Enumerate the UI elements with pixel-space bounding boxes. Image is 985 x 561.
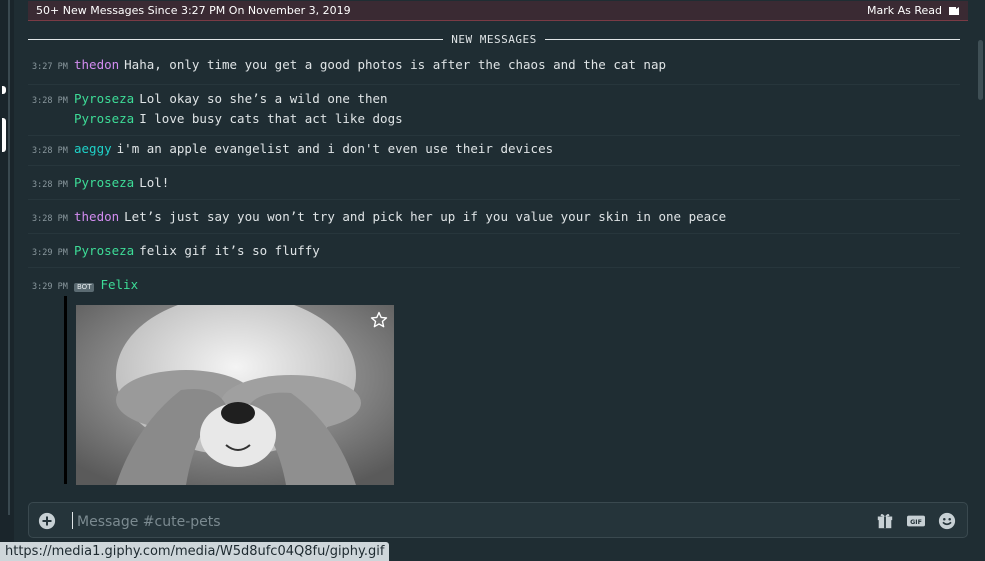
message-item[interactable]: 3:29 PM BOT Felix [28,276,960,296]
bot-tag: BOT [74,283,95,292]
message-separator [28,84,960,85]
puppy-gif-image[interactable] [76,305,394,485]
timestamp-ampm: PM [57,282,68,292]
timestamp-time: 3:28 [32,214,53,224]
gif-embed[interactable] [64,296,398,485]
message-text: Lol okay so she’s a wild one then [139,91,388,106]
message-separator [28,267,960,268]
plus-icon[interactable] [38,512,56,530]
message-text: i'm an apple evangelist and i don't even… [116,141,554,156]
timestamp-ampm: PM [57,96,68,106]
message-author[interactable]: thedon [74,56,119,73]
message-composer[interactable]: GIF [28,502,968,538]
message-text: felix gif it’s so fluffy [139,243,320,258]
message-text: Let’s just say you won’t try and pick he… [124,209,727,224]
message-timestamp: 3:28 PM [28,93,74,110]
message-author[interactable]: Pyroseza [74,242,134,259]
chat-window: 50+ New Messages Since 3:27 PM On Novemb… [0,0,985,561]
gif-icon[interactable]: GIF [907,512,925,530]
timestamp-time: 3:28 [32,180,53,190]
message-separator [28,233,960,234]
timestamp-ampm: PM [57,62,68,72]
embed-accent-bar [64,296,67,484]
message-author[interactable]: Pyroseza [74,174,134,191]
mark-read-icon [949,6,959,15]
message-item[interactable]: 3:29 PM Pyroseza felix gif it’s so fluff… [28,242,960,262]
gif-icon-label: GIF [910,519,922,526]
timestamp-time: 3:28 [32,96,53,106]
new-messages-divider: NEW MESSAGES [28,32,961,46]
server-indicator-pill [2,86,6,94]
text-caret [72,512,73,529]
star-icon[interactable] [370,311,388,329]
timestamp-ampm: PM [57,248,68,258]
new-messages-divider-label: NEW MESSAGES [451,32,537,46]
message-timestamp: 3:28 PM [28,211,74,228]
message-separator [28,135,960,136]
message-item[interactable]: 3:28 PM aeggy i'm an apple evangelist an… [28,140,960,160]
message-separator [28,199,960,200]
new-messages-banner-text: 50+ New Messages Since 3:27 PM On Novemb… [36,4,351,17]
divider-line-left [28,38,444,40]
message-input[interactable] [75,511,839,533]
timestamp-time: 3:27 [32,62,53,72]
timestamp-time: 3:29 [32,248,53,258]
message-item[interactable]: 3:27 PM thedon Haha, only time you get a… [28,56,960,76]
message-timestamp: 3:29 PM [28,279,74,296]
message-item[interactable]: 3:28 PM thedon Let’s just say you won’t … [28,208,960,228]
timestamp-ampm: PM [57,146,68,156]
message-text: Lol! [139,175,170,190]
message-timestamp: 3:29 PM [28,245,74,262]
message-timestamp: 3:28 PM [28,143,74,160]
message-separator [28,165,960,166]
timestamp-ampm: PM [57,180,68,190]
message-timestamp: 3:28 PM [28,177,74,194]
timestamp-ampm: PM [57,214,68,224]
mark-as-read-button[interactable]: Mark As Read [867,4,960,17]
new-messages-banner[interactable]: 50+ New Messages Since 3:27 PM On Novemb… [28,1,968,21]
emoji-icon[interactable] [938,512,956,530]
divider-line-right [544,38,961,40]
scrollbar-thumb[interactable] [978,40,983,100]
message-item[interactable]: 3:28 PM Pyroseza Lol! [28,174,960,194]
gift-icon[interactable] [876,512,894,530]
mark-as-read-label: Mark As Read [866,4,942,17]
message-author[interactable]: Pyroseza [74,90,134,107]
messages-list[interactable]: NEW MESSAGES 3:27 PM thedon Haha, only t… [28,30,968,485]
channel-strip [0,0,14,561]
message-author[interactable]: thedon [74,208,119,225]
message-author[interactable]: aeggy [74,140,112,157]
strip-separator [8,0,10,515]
timestamp-time: 3:29 [32,282,53,292]
message-author[interactable]: Felix [100,276,138,293]
messages-scrollbar[interactable] [978,40,983,480]
timestamp-time: 3:28 [32,146,53,156]
link-status-bar: https://media1.giphy.com/media/W5d8ufc04… [0,542,390,561]
message-text: I love busy cats that act like dogs [139,111,403,126]
message-timestamp: 3:27 PM [28,59,74,76]
puppy-gif-icon [76,305,394,485]
message-author[interactable]: Pyroseza [74,110,134,127]
message-text: Haha, only time you get a good photos is… [124,57,667,72]
message-item[interactable]: 3:28 PM Pyroseza Lol okay so she’s a wil… [28,90,960,127]
active-server-pill [2,118,6,152]
